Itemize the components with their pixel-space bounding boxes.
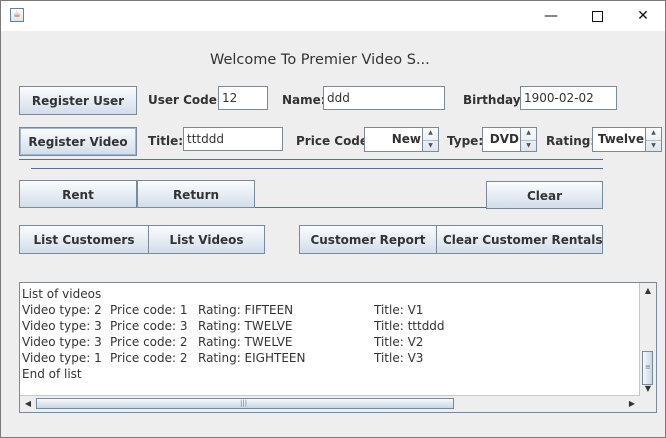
horizontal-scroll-thumb[interactable]: |||	[36, 398, 454, 409]
return-button[interactable]: Return	[137, 180, 255, 208]
separator-bottom	[31, 168, 603, 169]
video-type-cell: Video type: 3	[22, 319, 102, 333]
output-row: Video type: 3 Price code: 3 Rating: TWEL…	[22, 319, 622, 335]
title-bar: ☕ — ✕	[1, 1, 665, 31]
minimize-button[interactable]: —	[528, 1, 574, 31]
clear-customer-rentals-button[interactable]: Clear Customer Rentals	[436, 225, 603, 254]
price-code-label: Price Code:	[296, 134, 373, 148]
vertical-scroll-thumb[interactable]: ≡	[642, 351, 653, 385]
price-code-cell: Price code: 3	[110, 319, 188, 333]
name-label: Name:	[282, 93, 326, 107]
scroll-corner	[640, 396, 656, 412]
birthday-label: Birthday:	[463, 93, 526, 107]
output-header: List of videos	[22, 287, 102, 301]
type-value: DVD	[489, 132, 519, 146]
java-app-icon: ☕	[10, 8, 24, 22]
rating-label: Rating:	[546, 134, 596, 148]
app-window: ☕ — ✕ Welcome To Premier Video S... Regi…	[0, 0, 666, 438]
rating-cell: Rating: TWELVE	[198, 319, 293, 333]
price-code-cell: Price code: 2	[110, 335, 188, 349]
spinner-down-icon[interactable]: ▼	[646, 140, 661, 152]
rating-value: Twelve	[597, 132, 644, 146]
scroll-left-icon[interactable]: ◀	[20, 396, 36, 412]
title-cell: Title: V3	[374, 351, 424, 365]
rating-cell: Rating: TWELVE	[198, 335, 293, 349]
rent-button[interactable]: Rent	[19, 180, 137, 208]
customer-report-button[interactable]: Customer Report	[299, 225, 437, 254]
user-code-field[interactable]: 12	[218, 86, 268, 110]
horizontal-scrollbar[interactable]: ◀ ||| ▶	[20, 395, 640, 412]
separator-top	[19, 159, 603, 160]
user-code-label: User Code:	[148, 93, 222, 107]
title-cell: Title: V1	[374, 303, 424, 317]
price-code-value: New	[391, 132, 421, 146]
rating-spinner[interactable]: Twelve ▲ ▼	[592, 127, 662, 152]
scroll-up-icon[interactable]: ▲	[640, 283, 656, 299]
title-cell: Title: V2	[374, 335, 424, 349]
output-row: Video type: 2 Price code: 1 Rating: FIFT…	[22, 303, 622, 319]
price-code-arrows: ▲ ▼	[422, 128, 438, 151]
video-type-cell: Video type: 3	[22, 335, 102, 349]
spinner-down-icon[interactable]: ▼	[521, 140, 536, 152]
title-label: Title:	[148, 134, 184, 148]
register-user-button[interactable]: Register User	[19, 86, 137, 115]
output-footer: End of list	[22, 367, 82, 381]
scroll-right-icon[interactable]: ▶	[624, 396, 640, 412]
price-code-spinner[interactable]: New ▲ ▼	[364, 127, 439, 152]
title-field[interactable]: tttddd	[183, 127, 283, 151]
output-row: Video type: 1 Price code: 2 Rating: EIGH…	[22, 351, 622, 367]
birthday-field[interactable]: 1900-02-02	[520, 86, 617, 110]
maximize-icon	[591, 10, 603, 22]
output-row: Video type: 3 Price code: 2 Rating: TWEL…	[22, 335, 622, 351]
type-spinner[interactable]: DVD ▲ ▼	[482, 127, 537, 152]
grip-icon: ≡	[645, 363, 651, 371]
welcome-title: Welcome To Premier Video S...	[210, 52, 430, 68]
register-video-button[interactable]: Register Video	[19, 127, 137, 156]
type-label: Type:	[447, 134, 484, 148]
vertical-scrollbar[interactable]: ▲ ≡ ▼	[639, 283, 656, 397]
list-customers-button[interactable]: List Customers	[19, 225, 149, 254]
price-code-cell: Price code: 2	[110, 351, 188, 365]
grip-icon: |||	[240, 399, 248, 407]
rating-cell: Rating: EIGHTEEN	[198, 351, 306, 365]
video-type-cell: Video type: 1	[22, 351, 102, 365]
close-button[interactable]: ✕	[620, 1, 666, 31]
list-videos-button[interactable]: List Videos	[148, 225, 265, 254]
output-text-area[interactable]: List of videos Video type: 2 Price code:…	[19, 282, 657, 413]
spinner-down-icon[interactable]: ▼	[423, 140, 438, 152]
price-code-cell: Price code: 1	[110, 303, 188, 317]
clear-button[interactable]: Clear	[486, 181, 603, 209]
rating-cell: Rating: FIFTEEN	[198, 303, 294, 317]
name-field[interactable]: ddd	[323, 86, 445, 110]
type-arrows: ▲ ▼	[520, 128, 536, 151]
scroll-down-icon[interactable]: ▼	[640, 381, 656, 397]
maximize-button[interactable]	[574, 1, 620, 31]
title-cell: Title: tttddd	[374, 319, 445, 333]
video-type-cell: Video type: 2	[22, 303, 102, 317]
rating-arrows: ▲ ▼	[645, 128, 661, 151]
